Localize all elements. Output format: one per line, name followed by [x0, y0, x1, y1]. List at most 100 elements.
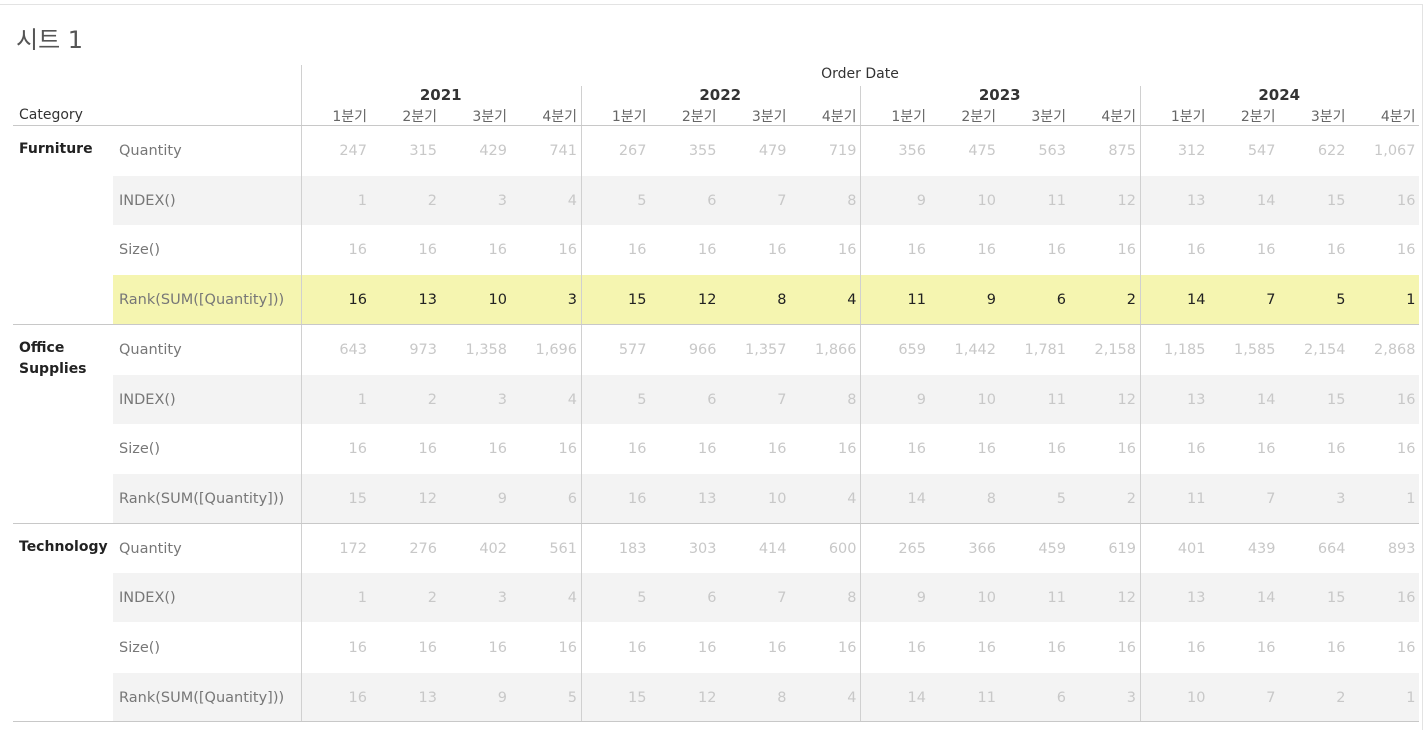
table-cell[interactable]: 12 [1066, 375, 1136, 425]
table-cell[interactable]: 6 [996, 673, 1066, 723]
table-cell[interactable]: 7 [717, 176, 786, 226]
table-cell[interactable]: 14 [856, 474, 926, 524]
table-cell[interactable]: 6 [996, 275, 1066, 325]
quarter-header[interactable]: 3분기 [996, 106, 1066, 126]
table-cell[interactable]: 2,154 [1276, 325, 1346, 375]
table-cell[interactable]: 1,585 [1206, 325, 1276, 375]
table-cell[interactable]: 16 [647, 623, 716, 673]
table-cell[interactable]: 563 [996, 126, 1066, 176]
table-cell[interactable]: 1 [297, 375, 367, 425]
table-cell[interactable]: 16 [1066, 623, 1136, 673]
table-cell[interactable]: 16 [1346, 424, 1415, 474]
table-cell[interactable]: 4 [507, 176, 577, 226]
table-cell[interactable]: 1,781 [996, 325, 1066, 375]
table-cell[interactable]: 1,067 [1346, 126, 1416, 176]
table-cell[interactable]: 16 [367, 225, 437, 275]
table-cell[interactable]: 2 [1066, 275, 1136, 325]
table-cell[interactable]: 15 [577, 673, 646, 723]
table-cell[interactable]: 893 [1346, 524, 1416, 574]
table-cell[interactable]: 16 [297, 275, 367, 325]
table-cell[interactable]: 414 [717, 524, 787, 574]
measure-label[interactable]: Size() [119, 225, 160, 275]
table-cell[interactable]: 16 [856, 225, 926, 275]
table-cell[interactable]: 16 [577, 623, 646, 673]
table-cell[interactable]: 16 [787, 424, 856, 474]
measure-label[interactable]: Size() [119, 623, 160, 673]
table-cell[interactable]: 429 [437, 126, 507, 176]
table-cell[interactable]: 475 [926, 126, 996, 176]
table-cell[interactable]: 172 [297, 524, 367, 574]
table-cell[interactable]: 16 [507, 225, 577, 275]
table-cell[interactable]: 10 [926, 176, 996, 226]
table-cell[interactable]: 16 [647, 424, 716, 474]
table-cell[interactable]: 14 [1136, 275, 1205, 325]
table-cell[interactable]: 2 [1066, 474, 1136, 524]
table-cell[interactable]: 547 [1206, 126, 1276, 176]
measure-label[interactable]: Rank(SUM([Quantity])) [119, 275, 284, 325]
table-cell[interactable]: 9 [926, 275, 996, 325]
table-cell[interactable]: 577 [577, 325, 647, 375]
table-cell[interactable]: 15 [1276, 375, 1345, 425]
table-cell[interactable]: 11 [996, 375, 1066, 425]
table-cell[interactable]: 8 [787, 573, 856, 623]
table-cell[interactable]: 6 [647, 573, 716, 623]
measure-label[interactable]: Quantity [119, 126, 182, 176]
table-cell[interactable]: 439 [1206, 524, 1276, 574]
measure-label[interactable]: Size() [119, 424, 160, 474]
table-cell[interactable]: 276 [367, 524, 437, 574]
table-cell[interactable]: 16 [717, 225, 786, 275]
table-cell[interactable]: 16 [787, 225, 856, 275]
table-cell[interactable]: 356 [856, 126, 926, 176]
table-cell[interactable]: 10 [437, 275, 507, 325]
table-cell[interactable]: 8 [717, 275, 786, 325]
table-cell[interactable]: 16 [367, 424, 437, 474]
table-cell[interactable]: 13 [1136, 375, 1205, 425]
table-cell[interactable]: 15 [1276, 573, 1345, 623]
table-cell[interactable]: 1,866 [787, 325, 857, 375]
table-cell[interactable]: 16 [717, 623, 786, 673]
table-cell[interactable]: 16 [1346, 225, 1415, 275]
column-group-header[interactable]: Order Date [301, 66, 1419, 82]
table-cell[interactable]: 16 [1276, 623, 1345, 673]
table-cell[interactable]: 10 [926, 375, 996, 425]
table-cell[interactable]: 312 [1136, 126, 1206, 176]
table-cell[interactable]: 16 [647, 225, 716, 275]
table-cell[interactable]: 664 [1276, 524, 1346, 574]
table-cell[interactable]: 966 [647, 325, 717, 375]
table-cell[interactable]: 4 [787, 275, 856, 325]
table-cell[interactable]: 622 [1276, 126, 1346, 176]
table-cell[interactable]: 16 [1346, 176, 1415, 226]
quarter-header[interactable]: 4분기 [1066, 106, 1136, 126]
table-cell[interactable]: 3 [1276, 474, 1345, 524]
year-header[interactable]: 2023 [860, 86, 1140, 104]
table-cell[interactable]: 16 [437, 225, 507, 275]
table-cell[interactable]: 8 [787, 375, 856, 425]
table-cell[interactable]: 13 [367, 673, 437, 723]
table-cell[interactable]: 10 [1136, 673, 1205, 723]
table-cell[interactable]: 3 [437, 176, 507, 226]
table-cell[interactable]: 11 [1136, 474, 1205, 524]
table-cell[interactable]: 303 [647, 524, 717, 574]
category-label[interactable]: Furniture [19, 139, 109, 160]
table-cell[interactable]: 1 [297, 573, 367, 623]
table-cell[interactable]: 9 [856, 375, 926, 425]
table-cell[interactable]: 1,442 [926, 325, 996, 375]
table-cell[interactable]: 16 [577, 474, 646, 524]
table-cell[interactable]: 459 [996, 524, 1066, 574]
quarter-header[interactable]: 3분기 [437, 106, 507, 126]
table-cell[interactable]: 3 [437, 375, 507, 425]
table-cell[interactable]: 1 [1346, 673, 1415, 723]
table-cell[interactable]: 11 [856, 275, 926, 325]
table-cell[interactable]: 600 [787, 524, 857, 574]
category-header[interactable]: Category [19, 107, 83, 123]
table-cell[interactable]: 265 [856, 524, 926, 574]
table-cell[interactable]: 2,868 [1346, 325, 1416, 375]
table-cell[interactable]: 16 [856, 623, 926, 673]
table-cell[interactable]: 16 [926, 424, 996, 474]
table-cell[interactable]: 12 [1066, 176, 1136, 226]
table-cell[interactable]: 4 [787, 474, 856, 524]
table-cell[interactable]: 4 [787, 673, 856, 723]
table-cell[interactable]: 16 [297, 623, 367, 673]
quarter-header[interactable]: 3분기 [1276, 106, 1346, 126]
table-cell[interactable]: 13 [367, 275, 437, 325]
